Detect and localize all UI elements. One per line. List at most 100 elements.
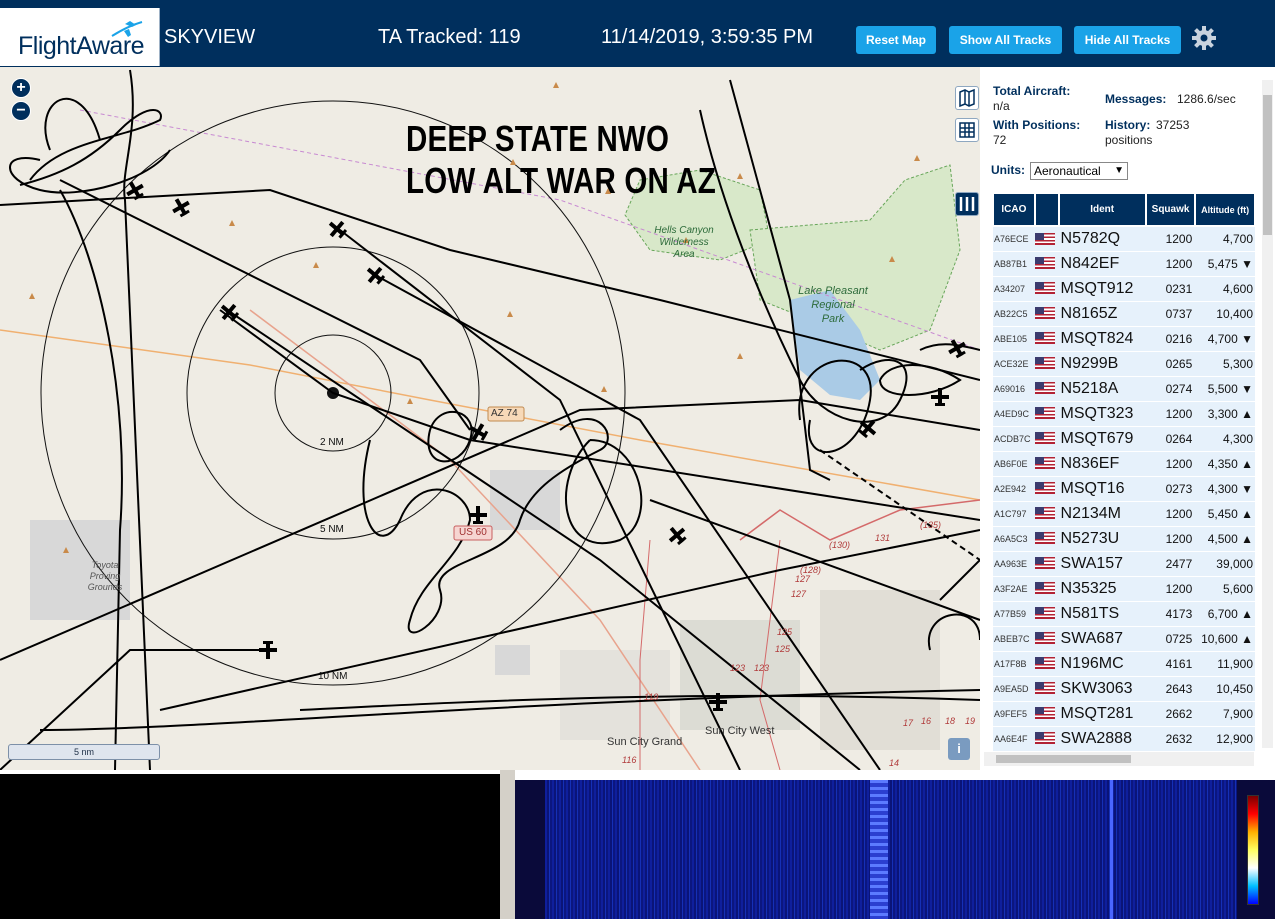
table-row[interactable]: A2E942 MSQT16 0273 4,300 ▼ <box>993 476 1255 502</box>
altitude-cell: 4,500 ▲ <box>1195 526 1255 552</box>
route-number: 119 <box>644 692 659 702</box>
map-scale: 5 nm <box>8 744 160 760</box>
info-button[interactable]: i <box>948 738 970 760</box>
waterfall-colorbar <box>1247 795 1259 905</box>
scrollbar-thumb[interactable] <box>996 755 1131 763</box>
icao-cell: ABEB7C <box>993 626 1035 652</box>
route-number: 19 <box>965 716 976 726</box>
table-row[interactable]: A69016 N5218A 0274 5,500 ▼ <box>993 376 1255 402</box>
table-row[interactable]: AB87B1 N842EF 1200 5,475 ▼ <box>993 251 1255 277</box>
messages-value: 1286.6/sec <box>1177 92 1236 106</box>
show-all-tracks-button[interactable]: Show All Tracks <box>949 26 1062 54</box>
altitude-cell: 7,900 <box>1195 701 1255 727</box>
table-row[interactable]: AB6F0E N836EF 1200 4,350 ▲ <box>993 451 1255 477</box>
road-label: AZ 74 <box>491 408 518 419</box>
table-row[interactable]: A3F2AE N35325 1200 5,600 <box>993 576 1255 602</box>
datetime: 11/14/2019, 3:59:35 PM <box>601 26 814 48</box>
table-row[interactable]: A77B59 N581TS 4173 6,700 ▲ <box>993 601 1255 627</box>
us-flag-icon <box>1034 251 1059 277</box>
lake-pleasant-label: Lake Pleasant Regional Park <box>798 285 868 325</box>
ident-cell: N836EF <box>1058 451 1146 477</box>
reset-map-button[interactable]: Reset Map <box>856 26 936 54</box>
column-header-altitude[interactable]: Altitude (ft) <box>1194 192 1256 227</box>
table-row[interactable]: A1C797 N2134M 1200 5,450 ▲ <box>993 501 1255 527</box>
grid-icon[interactable] <box>955 118 979 142</box>
table-row[interactable]: ABEB7C SWA687 0725 10,600 ▲ <box>993 626 1255 652</box>
table-row[interactable]: AB22C5 N8165Z 0737 10,400 <box>993 301 1255 327</box>
altitude-cell: 5,600 <box>1195 576 1255 602</box>
positions-label: With Positions: <box>993 118 1081 132</box>
table-row[interactable]: ABE105 MSQT824 0216 4,700 ▼ <box>993 326 1255 352</box>
squawk-cell: 4161 <box>1145 651 1196 677</box>
ident-cell: SWA157 <box>1058 551 1146 577</box>
table-row[interactable]: A6A5C3 N5273U 1200 4,500 ▲ <box>993 526 1255 552</box>
ident-cell: N8165Z <box>1058 301 1146 327</box>
zoom-out-button[interactable]: − <box>11 101 31 121</box>
urban-block <box>495 645 530 675</box>
total-aircraft-label: Total Aircraft: <box>993 84 1071 98</box>
scrollbar-thumb[interactable] <box>1263 95 1272 235</box>
units-select[interactable]: Aeronautical ▼ <box>1030 162 1128 180</box>
hide-all-tracks-button[interactable]: Hide All Tracks <box>1074 26 1181 54</box>
ident-cell: SKW3063 <box>1058 676 1146 702</box>
squawk-cell: 1200 <box>1145 576 1196 602</box>
column-header-flag[interactable] <box>1033 192 1060 227</box>
aircraft-icon <box>220 303 240 322</box>
us-flag-icon <box>1034 576 1059 602</box>
squawk-cell: 0273 <box>1145 476 1196 502</box>
column-header-icao[interactable]: ICAO <box>992 192 1036 227</box>
icao-cell: ACE32E <box>993 351 1035 377</box>
history-unit: positions <box>1105 133 1153 147</box>
table-row[interactable]: AA6E4F SWA2888 2632 12,900 <box>993 726 1255 752</box>
squawk-cell: 2632 <box>1145 726 1196 752</box>
urban-block <box>820 590 940 750</box>
table-row[interactable]: A34207 MSQT912 0231 4,600 <box>993 276 1255 302</box>
panel-divider[interactable] <box>500 770 515 919</box>
columns-icon[interactable] <box>955 192 979 216</box>
squawk-cell: 0737 <box>1145 301 1196 327</box>
route-number: 125 <box>777 627 793 637</box>
waterfall-display <box>545 780 1237 919</box>
table-row[interactable]: A17F8B N196MC 4161 11,900 <box>993 651 1255 677</box>
range-label-5nm: 5 NM <box>320 524 344 535</box>
aircraft-table: ICAO Ident Squawk Altitude (ft) A76ECE N5… <box>992 192 1256 752</box>
table-row[interactable]: A9FEF5 MSQT281 2662 7,900 <box>993 701 1255 727</box>
map-layers-icon[interactable] <box>955 86 979 110</box>
route-number: 123 <box>730 663 746 673</box>
table-row[interactable]: A4ED9C MSQT323 1200 3,300 ▲ <box>993 401 1255 427</box>
positions-value: 72 <box>993 133 1007 147</box>
squawk-cell: 1200 <box>1145 501 1196 527</box>
ident-cell: MSQT16 <box>1058 476 1146 502</box>
squawk-cell: 1200 <box>1145 226 1196 252</box>
table-row[interactable]: A76ECE N5782Q 1200 4,700 <box>993 226 1255 252</box>
table-row[interactable]: A9EA5D SKW3063 2643 10,450 <box>993 676 1255 702</box>
icao-cell: AA6E4F <box>993 726 1035 752</box>
ident-cell: N5782Q <box>1058 226 1146 252</box>
us-flag-icon <box>1034 501 1059 527</box>
column-header-ident[interactable]: Ident <box>1057 192 1147 227</box>
flightaware-logo[interactable]: FlightAware <box>0 8 160 66</box>
ident-cell: MSQT281 <box>1058 701 1146 727</box>
altitude-cell: 3,300 ▲ <box>1195 401 1255 427</box>
icao-cell: A76ECE <box>993 226 1035 252</box>
range-label-2nm: 2 NM <box>320 437 344 448</box>
icao-cell: A3F2AE <box>993 576 1035 602</box>
icao-cell: A2E942 <box>993 476 1035 502</box>
icao-cell: A77B59 <box>993 601 1035 627</box>
us-flag-icon <box>1034 526 1059 552</box>
table-row[interactable]: ACE32E N9299B 0265 5,300 <box>993 351 1255 377</box>
route-number: 125 <box>775 644 791 654</box>
app-title: SKYVIEW <box>164 26 256 48</box>
logo-text: FlightAware <box>18 32 145 60</box>
icao-cell: A6A5C3 <box>993 526 1035 552</box>
chevron-down-icon: ▼ <box>1114 165 1124 176</box>
table-row[interactable]: ACDB7C MSQT679 0264 4,300 <box>993 426 1255 452</box>
zoom-in-button[interactable]: + <box>11 78 31 98</box>
aircraft-icon <box>172 198 190 218</box>
icao-cell: ABE105 <box>993 326 1035 352</box>
table-row[interactable]: AA963E SWA157 2477 39,000 <box>993 551 1255 577</box>
route-number: (135) <box>920 520 942 530</box>
squawk-cell: 2477 <box>1145 551 1196 577</box>
column-header-squawk[interactable]: Squawk <box>1144 192 1197 227</box>
gear-icon[interactable] <box>1190 24 1218 52</box>
